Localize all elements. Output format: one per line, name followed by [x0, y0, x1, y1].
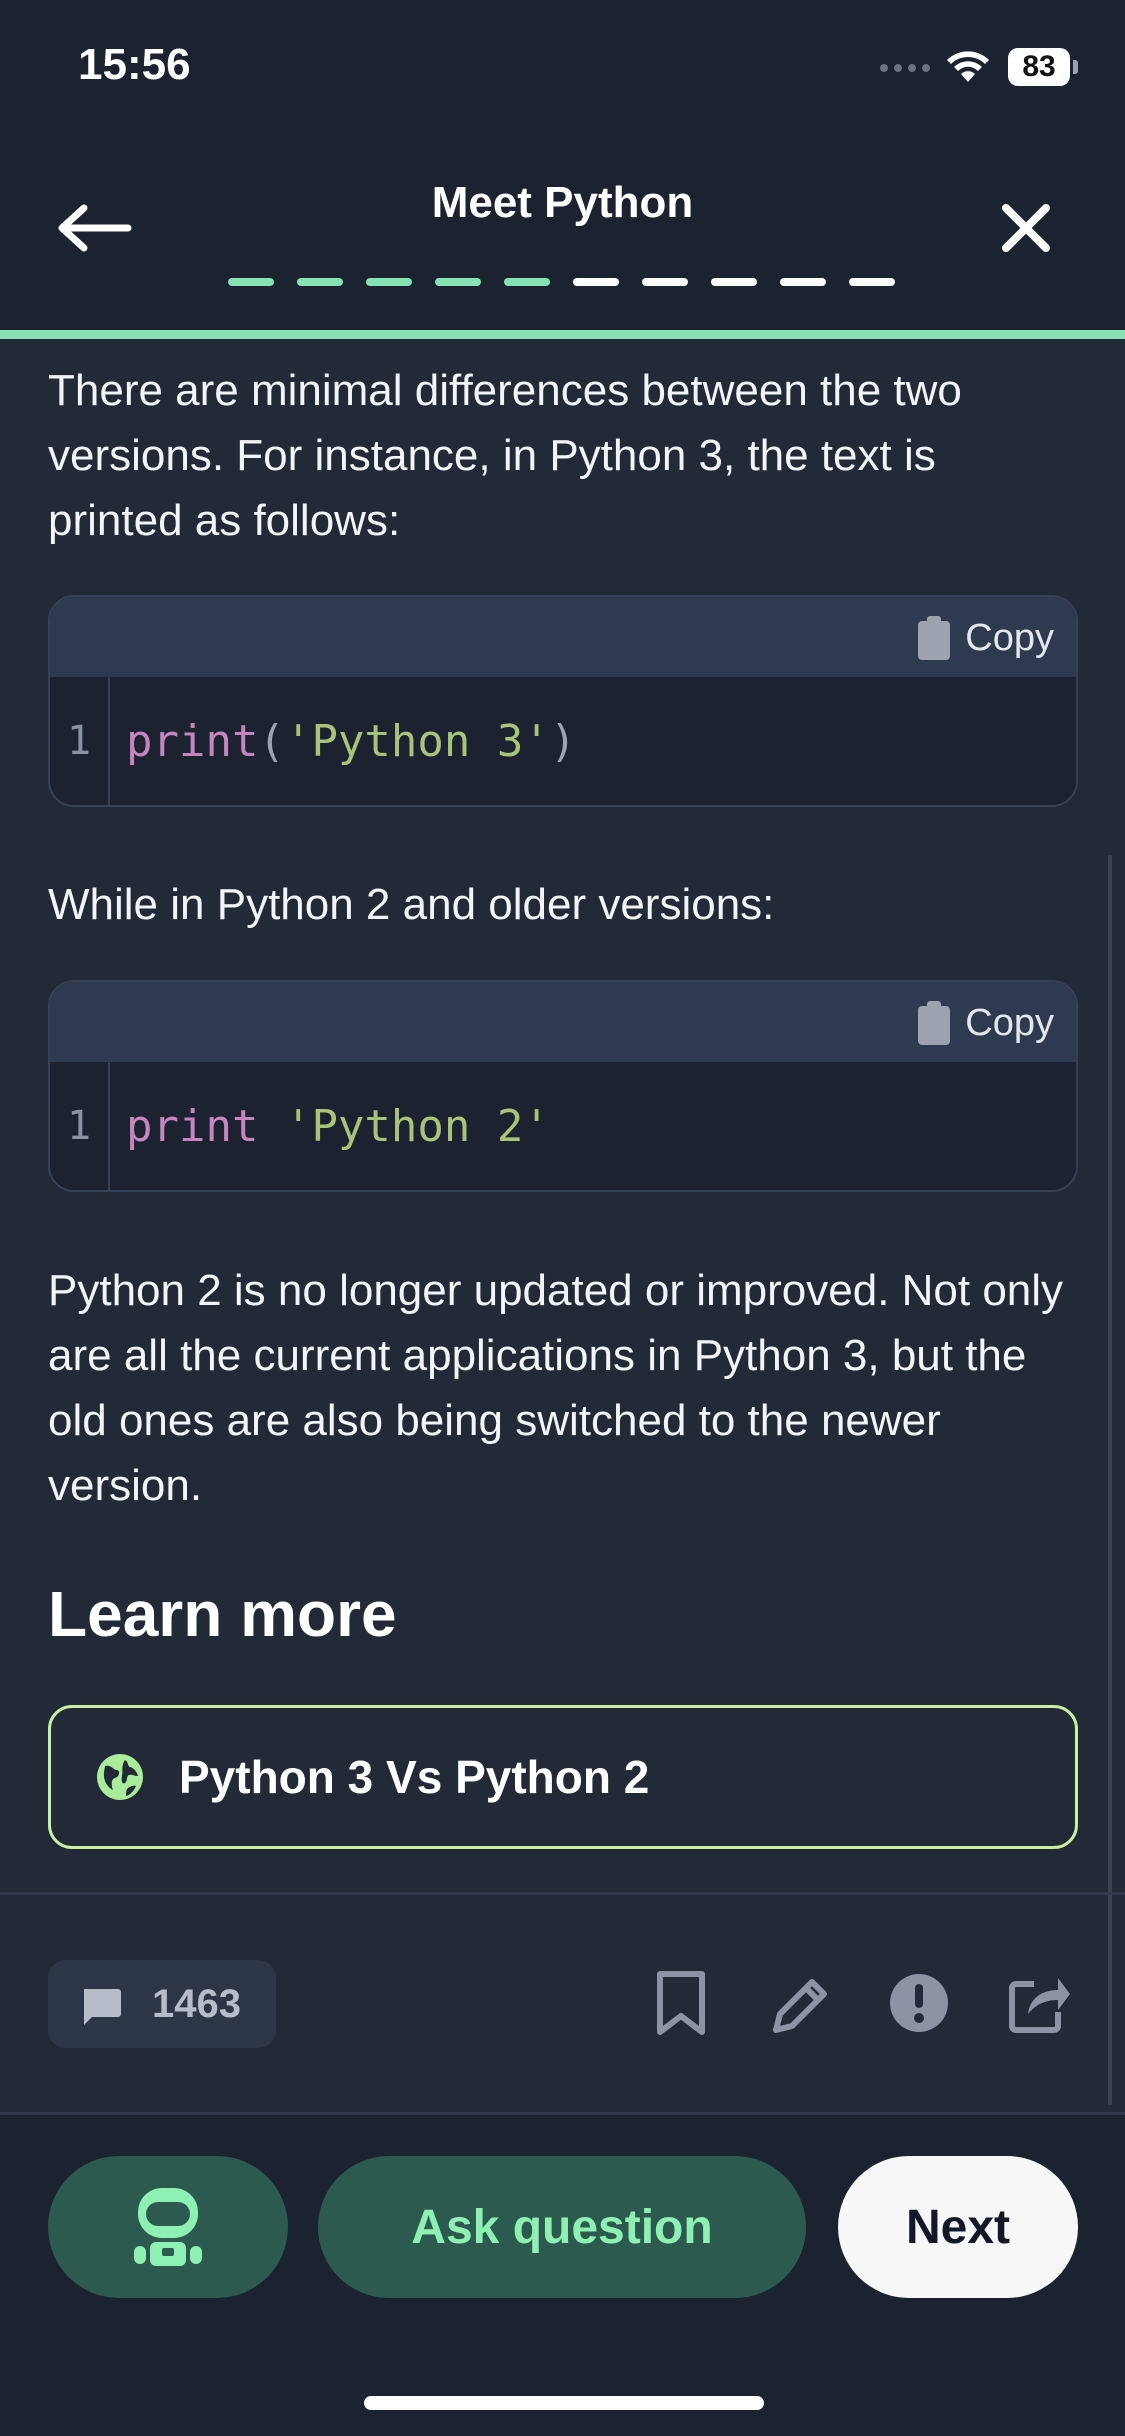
code-body: 1 print 'Python 2' — [50, 1062, 1076, 1190]
globe-icon — [97, 1754, 143, 1800]
wifi-icon — [947, 51, 989, 82]
progress-step-done — [504, 278, 550, 286]
copy-label: Copy — [965, 616, 1054, 659]
scrollbar[interactable] — [1108, 855, 1112, 2105]
progress-step — [780, 278, 826, 286]
report-icon[interactable] — [886, 1968, 952, 2038]
code-header: Copy — [50, 982, 1076, 1062]
header: 15:56 83 Meet Python — [0, 0, 1125, 330]
progress-step-done — [366, 278, 412, 286]
code-line: print('Python 3') — [126, 677, 576, 805]
paragraph: There are minimal differences between th… — [48, 366, 962, 545]
header-accent-line — [0, 330, 1125, 339]
code-token: print — [126, 1100, 259, 1152]
code-token: print — [126, 715, 259, 767]
line-number: 1 — [50, 1062, 110, 1190]
battery-indicator: 83 — [1008, 48, 1070, 86]
progress-step-done — [228, 278, 274, 286]
signal-icon — [880, 64, 930, 72]
next-button[interactable]: Next — [838, 2156, 1078, 2298]
home-indicator — [364, 2396, 764, 2410]
comment-count: 1463 — [152, 1981, 241, 2026]
code-block: Copy 1 print('Python 3') — [48, 595, 1078, 807]
status-time: 15:56 — [78, 40, 191, 89]
progress-step-done — [297, 278, 343, 286]
ai-assistant-button[interactable] — [48, 2156, 288, 2298]
code-token: ( — [258, 715, 285, 767]
paragraph: Python 2 is no longer updated or improve… — [48, 1266, 1064, 1510]
copy-label: Copy — [965, 1001, 1054, 1044]
paragraph: While in Python 2 and older versions: — [48, 880, 775, 929]
line-number: 1 — [50, 677, 110, 805]
progress-step — [711, 278, 757, 286]
progress-step — [849, 278, 895, 286]
section-heading: Learn more — [48, 1578, 397, 1650]
page-title: Meet Python — [431, 178, 694, 227]
ask-question-button[interactable]: Ask question — [318, 2156, 806, 2298]
code-token: ) — [549, 715, 577, 767]
clipboard-icon — [918, 1001, 951, 1045]
progress-step-done — [435, 278, 481, 286]
code-block: Copy 1 print 'Python 2' — [48, 980, 1078, 1192]
copy-button[interactable]: Copy — [917, 1000, 1054, 1046]
comments-button[interactable]: 1463 — [48, 1960, 276, 2048]
bookmark-icon[interactable] — [648, 1968, 714, 2038]
link-label: Python 3 Vs Python 2 — [179, 1751, 650, 1803]
clipboard-icon — [918, 616, 951, 660]
code-line: print 'Python 2' — [126, 1062, 550, 1190]
learn-more-link[interactable]: Python 3 Vs Python 2 — [48, 1705, 1078, 1849]
robot-icon — [134, 2188, 202, 2266]
battery-nub — [1073, 60, 1078, 74]
divider — [0, 1892, 1125, 1895]
lesson-progress — [228, 278, 895, 286]
comment-icon — [84, 1989, 121, 2025]
close-icon[interactable] — [996, 198, 1056, 258]
pencil-icon[interactable] — [766, 1968, 832, 2038]
share-icon[interactable] — [1004, 1968, 1070, 2038]
code-header: Copy — [50, 597, 1076, 677]
code-body: 1 print('Python 3') — [50, 677, 1076, 805]
progress-step — [573, 278, 619, 286]
code-token: 'Python 2' — [284, 1100, 550, 1152]
progress-step — [642, 278, 688, 286]
copy-button[interactable]: Copy — [917, 615, 1054, 661]
code-token: 'Python 3' — [284, 715, 550, 767]
